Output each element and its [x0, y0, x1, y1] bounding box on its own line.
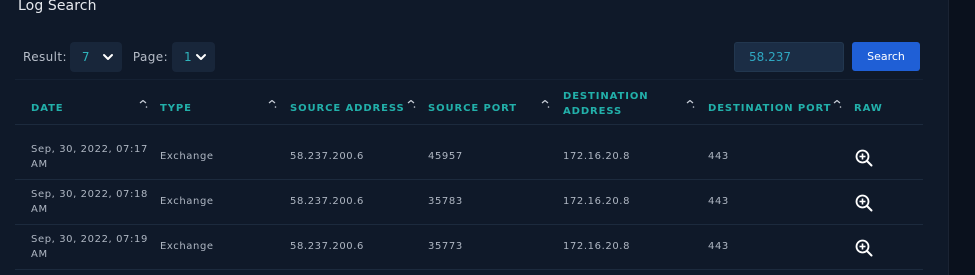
page-select-value: 1	[184, 50, 192, 64]
table-cell-type: Exchange	[160, 151, 214, 162]
page-select[interactable]: 1	[172, 42, 216, 72]
chevron-down-icon	[196, 54, 207, 60]
date-line: AM	[31, 204, 48, 215]
column-header-destination-address-line2: ADDRESS	[563, 106, 623, 117]
row-divider	[15, 269, 923, 270]
column-header-destination-address[interactable]: DESTINATION ADDRESS	[563, 87, 649, 121]
column-header-destination-port[interactable]: DESTINATION PORT	[708, 96, 831, 120]
table-cell-date: Sep, 30, 2022, 07:17 AM	[31, 142, 156, 172]
table-cell-type: Exchange	[160, 196, 214, 207]
row-divider	[15, 224, 923, 225]
row-divider	[15, 124, 923, 125]
table-cell-type: Exchange	[160, 241, 214, 252]
sort-icon[interactable]	[407, 100, 416, 109]
table-cell-source-port: 35783	[428, 196, 463, 207]
table-cell-source-address: 58.237.200.6	[290, 151, 364, 162]
column-header-source-address[interactable]: SOURCE ADDRESS	[290, 96, 405, 120]
table-cell-destination-port: 443	[708, 196, 729, 207]
column-header-raw: RAW	[854, 102, 883, 114]
table-cell-source-address: 58.237.200.6	[290, 241, 364, 252]
table-top-divider	[15, 79, 923, 80]
date-line: AM	[31, 159, 48, 170]
zoom-in-icon[interactable]	[855, 239, 873, 257]
column-header-date[interactable]: DATE	[31, 96, 64, 120]
table-cell-destination-address: 172.16.20.8	[563, 151, 631, 162]
table-cell-source-port: 35773	[428, 241, 463, 252]
column-header-type[interactable]: TYPE	[160, 96, 192, 120]
row-divider	[15, 179, 923, 180]
result-select[interactable]: 7	[69, 42, 122, 72]
table-cell-date: Sep, 30, 2022, 07:18 AM	[31, 187, 156, 217]
search-input[interactable]	[734, 42, 844, 72]
table-cell-destination-port: 443	[708, 151, 729, 162]
date-line: Sep, 30, 2022, 07:18	[31, 189, 148, 200]
zoom-in-icon[interactable]	[855, 194, 873, 212]
sort-icon[interactable]	[139, 100, 148, 109]
sort-icon[interactable]	[686, 100, 695, 109]
date-line: AM	[31, 249, 48, 260]
table-cell-date: Sep, 30, 2022, 07:19 AM	[31, 232, 156, 262]
result-label: Result:	[23, 50, 67, 64]
page-label: Page:	[132, 50, 169, 64]
scrollbar-track[interactable]	[948, 0, 975, 275]
sort-icon[interactable]	[541, 100, 550, 109]
table-cell-source-address: 58.237.200.6	[290, 196, 364, 207]
date-line: Sep, 30, 2022, 07:17	[31, 144, 148, 155]
zoom-in-icon[interactable]	[855, 149, 873, 167]
date-line: Sep, 30, 2022, 07:19	[31, 234, 148, 245]
sort-icon[interactable]	[833, 100, 842, 109]
table-cell-destination-address: 172.16.20.8	[563, 196, 631, 207]
table-cell-source-port: 45957	[428, 151, 463, 162]
column-header-destination-address-line1: DESTINATION	[563, 91, 649, 102]
sort-icon[interactable]	[268, 100, 277, 109]
search-button[interactable]: Search	[852, 42, 920, 71]
page-title: Log Search	[18, 0, 97, 14]
chevron-down-icon	[102, 54, 113, 60]
result-select-value: 7	[81, 50, 90, 64]
table-cell-destination-port: 443	[708, 241, 729, 252]
column-header-source-port[interactable]: SOURCE PORT	[428, 96, 517, 120]
table-cell-destination-address: 172.16.20.8	[563, 241, 631, 252]
pagination-toolbar: Result: 7 Page: 1	[23, 42, 216, 72]
